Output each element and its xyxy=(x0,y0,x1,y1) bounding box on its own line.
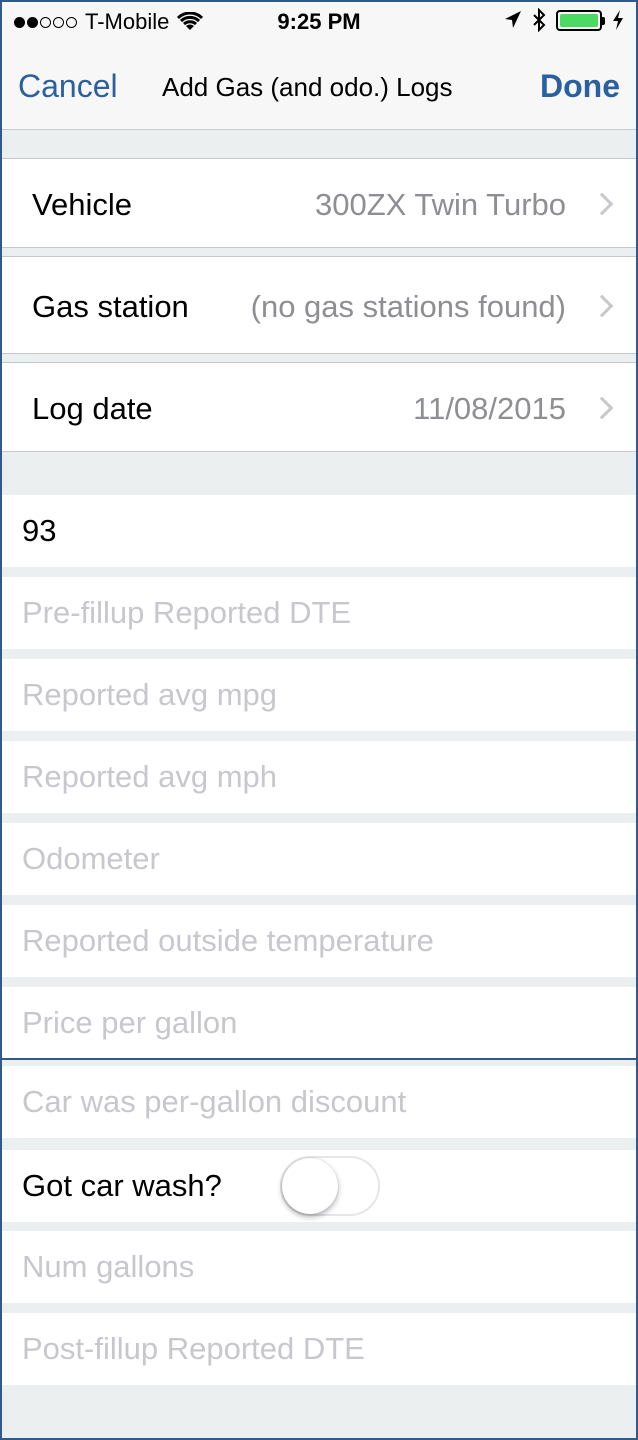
status-bar: T-Mobile 9:25 PM xyxy=(0,0,638,44)
log-date-row[interactable]: Log date 11/08/2015 xyxy=(0,362,638,452)
avg-mpg-input[interactable]: Reported avg mpg xyxy=(22,677,277,713)
gas-station-label: Gas station xyxy=(32,289,189,324)
vehicle-label: Vehicle xyxy=(32,187,132,222)
post-fillup-dte-field[interactable]: Post-fillup Reported DTE xyxy=(0,1313,638,1385)
car-wash-label: Got car wash? xyxy=(22,1168,222,1203)
car-wash-row: Got car wash? xyxy=(0,1150,638,1222)
log-date-value: 11/08/2015 xyxy=(413,391,566,426)
gas-station-value: (no gas stations found) xyxy=(250,289,566,324)
num-gallons-input[interactable]: Num gallons xyxy=(22,1249,194,1285)
done-button[interactable]: Done xyxy=(540,68,620,105)
pre-fillup-dte-input[interactable]: Pre-fillup Reported DTE xyxy=(22,595,351,631)
bluetooth-icon xyxy=(533,8,546,32)
chevron-right-icon xyxy=(590,192,614,216)
chevron-right-icon xyxy=(590,396,614,420)
charging-bolt-icon xyxy=(613,10,623,30)
toggle-knob xyxy=(282,1158,338,1214)
discount-input[interactable]: Car was per-gallon discount xyxy=(22,1084,406,1120)
divider xyxy=(0,1058,638,1060)
outside-temperature-field[interactable]: Reported outside temperature xyxy=(0,905,638,977)
vehicle-row[interactable]: Vehicle 300ZX Twin Turbo xyxy=(0,158,638,248)
discount-field[interactable]: Car was per-gallon discount xyxy=(0,1066,638,1138)
octane-input[interactable]: 93 xyxy=(22,513,56,549)
post-fillup-dte-input[interactable]: Post-fillup Reported DTE xyxy=(22,1331,365,1367)
price-per-gallon-input[interactable]: Price per gallon xyxy=(22,1005,237,1041)
outside-temperature-input[interactable]: Reported outside temperature xyxy=(22,923,434,959)
battery-level xyxy=(560,13,598,27)
gas-station-row[interactable]: Gas station (no gas stations found) xyxy=(0,256,638,354)
page-title: Add Gas (and odo.) Logs xyxy=(162,72,453,102)
status-bar-right xyxy=(504,8,624,32)
pre-fillup-dte-field[interactable]: Pre-fillup Reported DTE xyxy=(0,577,638,649)
location-arrow-icon xyxy=(505,11,521,28)
odometer-input[interactable]: Odometer xyxy=(22,841,160,877)
cancel-button[interactable]: Cancel xyxy=(18,68,118,105)
octane-field[interactable]: 93 xyxy=(0,495,638,567)
num-gallons-field[interactable]: Num gallons xyxy=(0,1231,638,1303)
log-date-label: Log date xyxy=(32,391,153,426)
avg-mpg-field[interactable]: Reported avg mpg xyxy=(0,659,638,731)
chevron-right-icon xyxy=(590,294,614,318)
navigation-bar: Cancel Add Gas (and odo.) Logs Done xyxy=(0,44,638,130)
avg-mph-field[interactable]: Reported avg mph xyxy=(0,741,638,813)
avg-mph-input[interactable]: Reported avg mph xyxy=(22,759,277,795)
price-per-gallon-field[interactable]: Price per gallon xyxy=(0,987,638,1059)
odometer-field[interactable]: Odometer xyxy=(0,823,638,895)
battery-icon xyxy=(556,9,605,31)
car-wash-toggle[interactable] xyxy=(280,1156,380,1216)
vehicle-value: 300ZX Twin Turbo xyxy=(314,187,566,222)
